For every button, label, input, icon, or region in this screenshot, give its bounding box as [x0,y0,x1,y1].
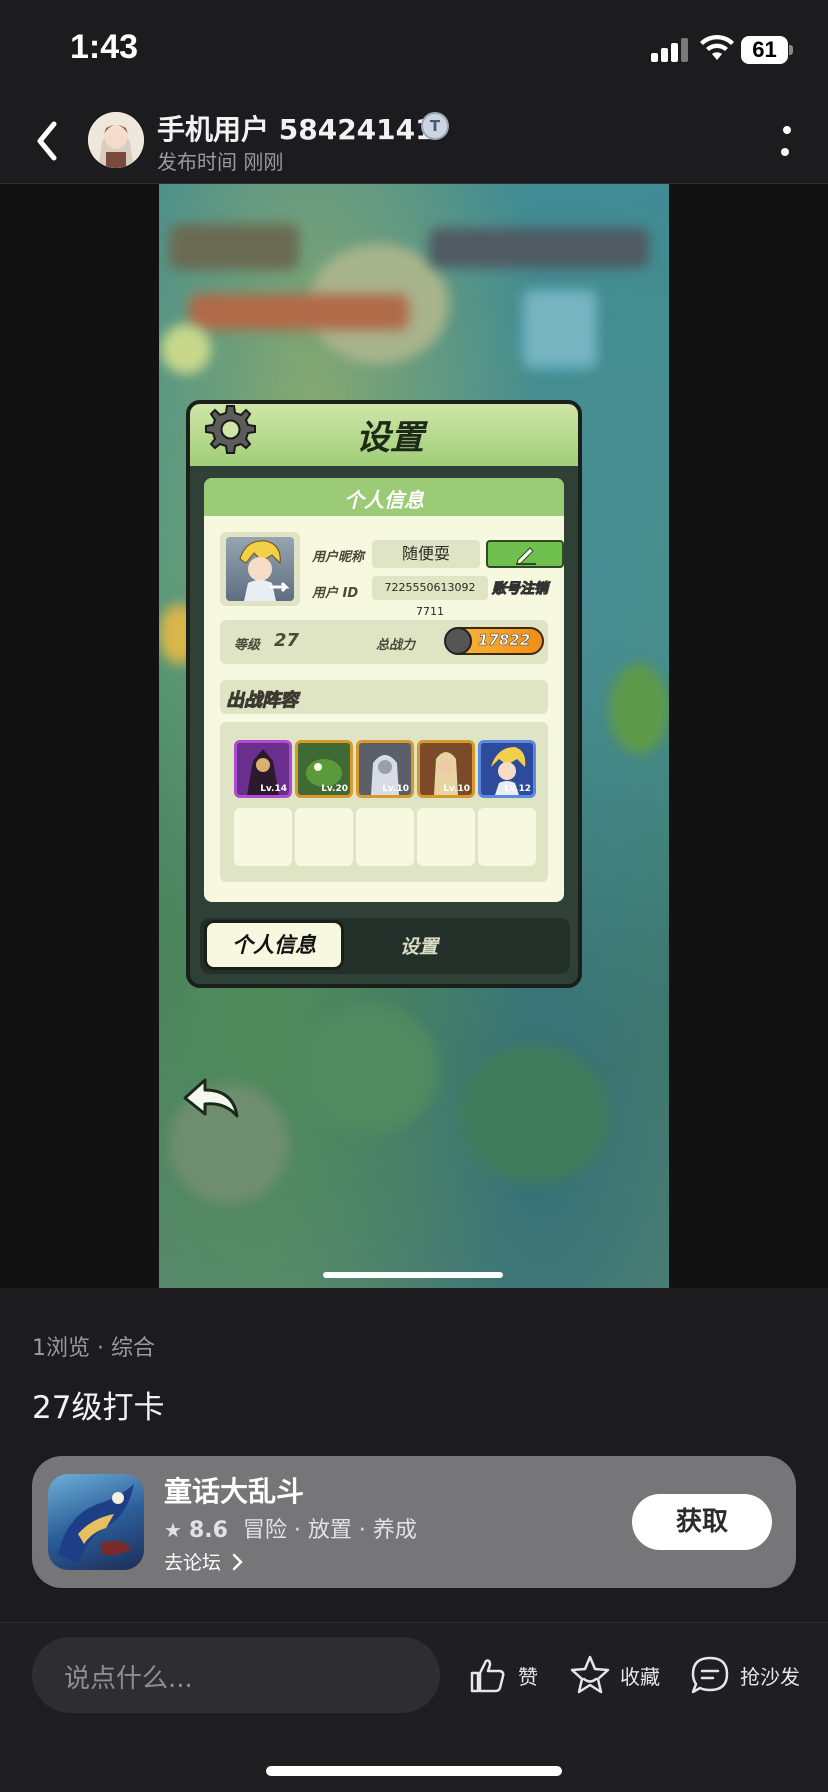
nickname-label: 用户昵称 [312,550,365,565]
empty-slot[interactable] [356,808,414,866]
level-bar: 等级 27 总战力 17822 [220,620,548,664]
level-value: 27 [274,630,300,651]
empty-slot[interactable] [295,808,353,866]
hero-level: Lv.14 [260,784,287,794]
comment-input[interactable]: 说点什么... [32,1637,440,1713]
hero-level: Lv.12 [504,784,531,794]
chevron-right-icon [232,1553,243,1571]
status-bar: 1:43 61 [0,0,828,100]
empty-slot[interactable] [478,808,536,866]
comment-placeholder: 说点什么... [64,1664,193,1694]
post-header: 手机用户 58424141 发布时间 刚刚 [0,100,828,184]
player-avatar[interactable] [220,532,300,606]
empty-slot[interactable] [417,808,475,866]
pencil-icon [516,547,536,565]
return-arrow-icon[interactable] [181,1074,241,1124]
lineup-slots: Lv.14 Lv.20 Lv.10 Lv.10 Lv.12 [220,722,548,882]
swords-icon [444,627,472,655]
screenshot-home-indicator [323,1272,503,1278]
hero-slot-2[interactable]: Lv.20 [295,740,353,798]
power-value: 17822 [478,631,531,650]
avatar[interactable] [88,112,144,168]
hero-slot-4[interactable]: Lv.10 [417,740,475,798]
hero-slot-1[interactable]: Lv.14 [234,740,292,798]
tab-settings[interactable]: 设置 [400,932,438,959]
user-name[interactable]: 手机用户 58424141 [157,108,435,148]
lineup-label: 出战阵容 [226,690,299,712]
panel-title: 设置 [356,418,424,458]
comment-button[interactable]: 抢沙发 [688,1651,800,1699]
get-button[interactable]: 获取 [632,1494,772,1550]
like-button[interactable]: 赞 [466,1651,538,1699]
profile-info-card: 个人信息 用户昵称 随便耍 [204,478,564,902]
hero-level: Lv.10 [382,784,409,794]
like-label: 赞 [518,1664,538,1689]
power-label: 总战力 [376,638,416,653]
lineup-header: 出战阵容 [220,680,548,714]
thumbs-up-icon [470,1659,505,1693]
nickname-field: 随便耍 [372,540,480,568]
post-text: 27级打卡 [32,1390,165,1426]
userid-field: 7225550613092​7711 [372,576,488,618]
level-label: 等级 [234,638,261,653]
chat-bubble-icon [691,1656,729,1694]
gear-icon [205,405,256,454]
account-cancel-link[interactable]: 账号注销 [492,578,549,598]
edit-nickname-button[interactable] [486,540,564,568]
game-app-icon[interactable] [48,1474,144,1570]
power-badge: 17822 [444,627,544,655]
hero-level: Lv.10 [443,784,470,794]
sofa-label: 抢沙发 [740,1664,800,1689]
star-icon: ★ [164,1518,182,1542]
back-icon[interactable] [30,118,66,164]
signal-icon [651,38,691,62]
info-header: 个人信息 [204,478,564,516]
game-tags: 冒险 · 放置 · 养成 [242,1518,417,1543]
home-indicator[interactable] [266,1766,562,1776]
game-meta: ★ 8.6 冒险 · 放置 · 养成 [164,1512,417,1544]
collect-label: 收藏 [620,1664,660,1689]
game-name[interactable]: 童话大乱斗 [164,1470,304,1510]
game-card[interactable]: 童话大乱斗 ★ 8.6 冒险 · 放置 · 养成 去论坛 获取 [32,1456,796,1588]
tab-profile-info[interactable]: 个人信息 [204,920,344,970]
info-header-label: 个人信息 [344,488,424,512]
game-rating: 8.6 [188,1518,228,1543]
collect-button[interactable]: 收藏 [568,1651,660,1699]
verified-badge-icon [421,112,449,140]
game-screenshot[interactable]: 设置 个人信息 用户昵称 [159,184,669,1288]
media-viewer[interactable]: 设置 个人信息 用户昵称 [0,184,828,1288]
userid-label: 用户 ID [312,586,359,601]
more-options-icon[interactable] [779,122,793,162]
forum-link-label: 去论坛 [164,1552,222,1574]
hero-level: Lv.20 [321,784,348,794]
forum-link[interactable]: 去论坛 [164,1548,245,1575]
battery-icon: 61 [741,36,793,64]
star-outline-icon [570,1655,610,1694]
empty-slot[interactable] [234,808,292,866]
panel-title-bar: 设置 [190,404,578,466]
status-time: 1:43 [70,28,139,66]
panel-tab-bar: 个人信息 设置 [200,918,570,974]
settings-panel: 设置 个人信息 用户昵称 [186,400,582,988]
hero-slot-5[interactable]: Lv.12 [478,740,536,798]
wifi-icon [700,34,734,60]
post-time: 发布时间 刚刚 [157,150,284,174]
post-stats: 1浏览 · 综合 [32,1336,155,1361]
battery-level: 61 [741,36,788,64]
hero-slot-3[interactable]: Lv.10 [356,740,414,798]
